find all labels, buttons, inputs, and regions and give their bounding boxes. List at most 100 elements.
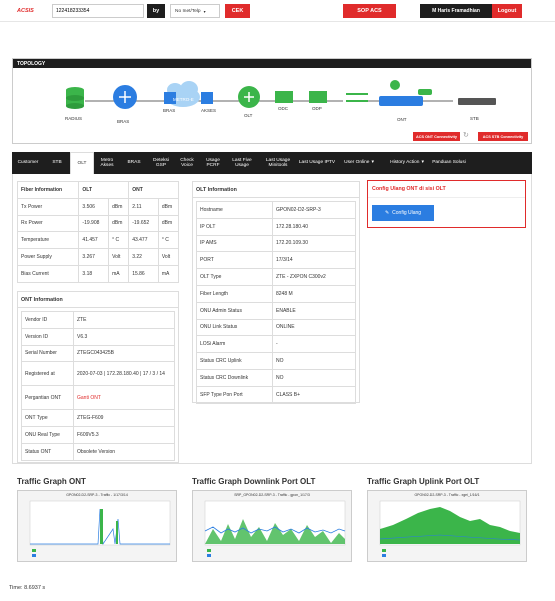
graph-title-downlink: Traffic Graph Downlink Port OLT [192, 477, 316, 486]
tab-check-voice[interactable]: Check Voice [174, 152, 200, 174]
tab-panduan-solusi[interactable]: Panduan Solusi [432, 152, 466, 174]
cell-value: 2020-07-03 | 172.28.180.40 | 17 / 3 / 14 [73, 361, 175, 387]
olt-icon [238, 86, 260, 108]
cell-value: 15.86 [128, 264, 159, 283]
table-row: OLT Type ZTE - ZXPON C300v2 [196, 268, 356, 286]
database-icon [66, 87, 84, 109]
user-name-button[interactable]: M Haris Framadhian [420, 4, 492, 18]
refresh-icon[interactable]: ↻ [463, 131, 469, 139]
stb-connectivity-button[interactable]: ACS STB Connectivity [478, 132, 528, 141]
node-label: OLT [244, 113, 253, 118]
cell-value: Obsolete Version [73, 442, 175, 461]
row-label: Tx Power [16, 197, 80, 216]
row-label: PORT [196, 251, 273, 270]
tab-last-usage-minitools[interactable]: Last Usage Minitools [258, 152, 298, 174]
table-row: LOSi Alarm - [196, 335, 356, 354]
app-logo[interactable]: ACSIS [17, 8, 34, 14]
node-label: METRO-E [173, 97, 194, 102]
table-row: Power Supply 3.267 Volt 3.22 Volt [16, 248, 180, 266]
router-icon [113, 85, 137, 109]
tab-usage-pcrf[interactable]: Usage PCRF [200, 152, 226, 174]
cell-value: 3.22 [128, 248, 159, 266]
tab-olt[interactable]: OLT [70, 152, 94, 174]
row-label: ONU Link Status [196, 318, 273, 337]
row-label: Bias Current [16, 264, 80, 283]
ganti-ont-link[interactable]: Ganti ONT [73, 385, 175, 411]
tab-bras[interactable]: BRAS [120, 152, 148, 174]
table-row: Fiber Length 8248 M [196, 284, 356, 303]
table-row: ONU Link Status ONLINE [196, 318, 356, 337]
table-row: PORT 17/3/14 [196, 251, 356, 270]
row-label: Status ONT [21, 442, 74, 461]
table-row: Status CRC Downlink NO [196, 368, 356, 387]
link-arrows-icon [346, 93, 368, 102]
table-row: Hostname GPON02-D2-SRP-3 [196, 201, 356, 219]
row-label: Fiber Length [196, 284, 273, 303]
cell-value: F609V5.3 [73, 426, 175, 444]
by-label: by [147, 4, 165, 18]
node-label: STB [470, 116, 479, 121]
cell-value: -19.908 [78, 214, 110, 233]
node-label: BRAS [117, 119, 130, 124]
olt-info-table: Hostname GPON02-D2-SRP-3 IP OLT 172.28.180… [196, 201, 356, 404]
ont-info-title: ONT Information [18, 292, 178, 308]
table-row: ONU Admin Status ENABLE [196, 301, 356, 320]
row-label: Pergantian ONT [21, 385, 74, 411]
logout-button[interactable]: Logout [492, 4, 522, 18]
table-row: Temperature 41.457 ° C 43.477 ° C [16, 231, 180, 250]
cell-unit: mA [108, 264, 130, 283]
sop-acs-button[interactable]: SOP ACS [343, 4, 396, 18]
tab-customer[interactable]: Customer [12, 152, 44, 174]
row-label: Hostname [196, 201, 273, 219]
tab-last-usage-iptv[interactable]: Last Usage IPTV [298, 152, 336, 174]
cell-value: ZTEGC043425B [73, 344, 175, 363]
traffic-graph-uplink: GPON02-D2-SRP-3 - Traffic - xgei_1/16/1 [367, 490, 527, 562]
cell-value: - [272, 335, 356, 354]
cell-value: CLASS B+ [272, 385, 356, 404]
cell-value: 2.11 [128, 197, 159, 216]
row-label: Rx Power [16, 214, 80, 233]
cell-value: ZTE [73, 311, 175, 329]
table-row: Tx Power 3.506 dBm 2.11 dBm [16, 197, 180, 216]
search-input[interactable] [52, 4, 144, 18]
tab-metro-akses[interactable]: Metro Akses [94, 152, 120, 174]
tab-stb[interactable]: STB [44, 152, 70, 174]
cell-value: ENABLE [272, 301, 356, 320]
fiber-header: Fiber Information [16, 181, 80, 199]
ont-connectivity-button[interactable]: ACS ONT Connectivity [413, 132, 460, 141]
table-row: IP OLT 172.28.180.40 [196, 217, 356, 236]
cell-value: ONLINE [272, 318, 356, 337]
cell-unit: ° C [108, 231, 130, 250]
tab-user-online[interactable]: User Online ▾ [336, 152, 382, 174]
cell-value: 17/3/14 [272, 251, 356, 270]
cell-value: GPON02-D2-SRP-3 [272, 201, 356, 219]
table-row: Pergantian ONT Ganti ONT [21, 385, 175, 411]
cell-unit: dBm [108, 214, 130, 233]
node-label: ODP [312, 106, 322, 111]
traffic-graph-downlink: SRP_GPON02-D2-SRP-3 - Traffic - gpon_1/1… [192, 490, 352, 562]
cell-value: NO [272, 352, 356, 370]
cell-unit: Volt [108, 248, 130, 266]
row-label: LOSi Alarm [196, 335, 273, 354]
ont-device-icon [379, 89, 432, 106]
row-label: Status CRC Downlink [196, 368, 273, 387]
node-label: BRAS [163, 108, 176, 113]
table-row: Rx Power -19.908 dBm -19.652 dBm [16, 214, 180, 233]
config-ulang-button[interactable]: ✎ Config Ulang [372, 205, 434, 221]
check-button[interactable]: CEK [225, 4, 250, 18]
cell-value: 3.18 [78, 264, 110, 283]
tab-last-five-usage[interactable]: Last Five Usage [226, 152, 258, 174]
tab-history-action[interactable]: History Action ▾ [382, 152, 432, 174]
search-type-select[interactable]: No Inet/Telp ▾ [170, 4, 220, 18]
cell-value: 172.28.180.40 [272, 217, 356, 236]
tab-deteksi-gsp[interactable]: Deteksi GSP [148, 152, 174, 174]
caret-down-icon: ▾ [421, 160, 424, 166]
caret-down-icon: ▾ [371, 160, 374, 166]
fiber-info-table: Fiber Information OLT ONT Tx Power 3.506 d… [16, 181, 180, 283]
cell-value: 41.457 [78, 231, 110, 250]
node-label: AKSES [201, 108, 217, 113]
row-label: IP OLT [196, 217, 273, 236]
stb-device-icon [458, 98, 496, 105]
cell-unit: mA [157, 264, 180, 283]
graph-plot [379, 500, 521, 557]
